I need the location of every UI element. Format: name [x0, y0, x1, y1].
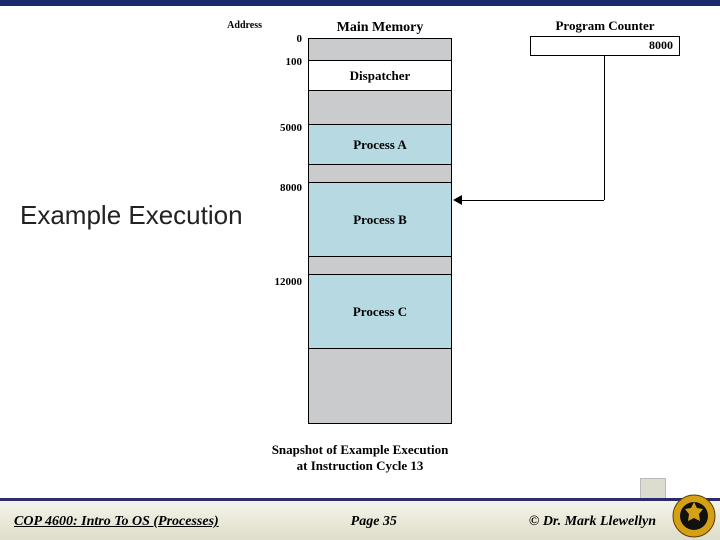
footer-page: Page 35 [219, 514, 529, 530]
caption-line-1: Snapshot of Example Execution [272, 442, 449, 457]
memory-segment-process-a: Process A [309, 125, 451, 165]
program-counter-title: Program Counter [530, 18, 680, 34]
pc-arrow-horizontal [462, 200, 604, 201]
slide-top-accent [0, 0, 720, 6]
footer-tab-decor [640, 478, 666, 498]
memory-segment-gap [309, 39, 451, 61]
program-counter-value-box: 8000 [530, 36, 680, 56]
footer-course: COP 4600: Intro To OS (Processes) [14, 514, 219, 530]
footer-content: COP 4600: Intro To OS (Processes) Page 3… [0, 514, 720, 530]
memory-segment-gap [309, 349, 451, 423]
footer-author: © Dr. Mark Llewellyn [529, 514, 656, 530]
memory-column: Dispatcher Process A Process B Process C [308, 38, 452, 424]
memory-segment-process-c: Process C [309, 275, 451, 349]
memory-segment-label: Dispatcher [350, 68, 411, 84]
memory-segment-process-b: Process B [309, 183, 451, 257]
memory-segment-gap [309, 257, 451, 275]
address-label: 12000 [252, 276, 302, 288]
address-label: 5000 [252, 122, 302, 134]
memory-segment-label: Process A [353, 137, 407, 153]
address-column-header: Address [227, 20, 262, 31]
address-label: 8000 [252, 182, 302, 194]
memory-diagram: Main Memory Dispatcher Process A Process B… [308, 20, 452, 424]
pc-arrow-head-icon [453, 195, 462, 205]
diagram-caption: Snapshot of Example Execution at Instruc… [0, 442, 720, 475]
address-label: 100 [252, 56, 302, 68]
slide-title: Example Execution [20, 200, 243, 231]
ucf-logo-icon [672, 494, 716, 538]
memory-segment-label: Process C [353, 304, 407, 320]
pc-arrow-vertical [604, 56, 605, 200]
memory-title: Main Memory [308, 20, 452, 36]
address-label: 0 [252, 33, 302, 45]
program-counter: Program Counter 8000 [530, 18, 680, 56]
memory-segment-gap [309, 91, 451, 125]
memory-segment-dispatcher: Dispatcher [309, 61, 451, 91]
memory-segment-gap [309, 165, 451, 183]
program-counter-value: 8000 [649, 38, 673, 52]
memory-segment-label: Process B [353, 212, 407, 228]
caption-line-2: at Instruction Cycle 13 [297, 458, 424, 473]
